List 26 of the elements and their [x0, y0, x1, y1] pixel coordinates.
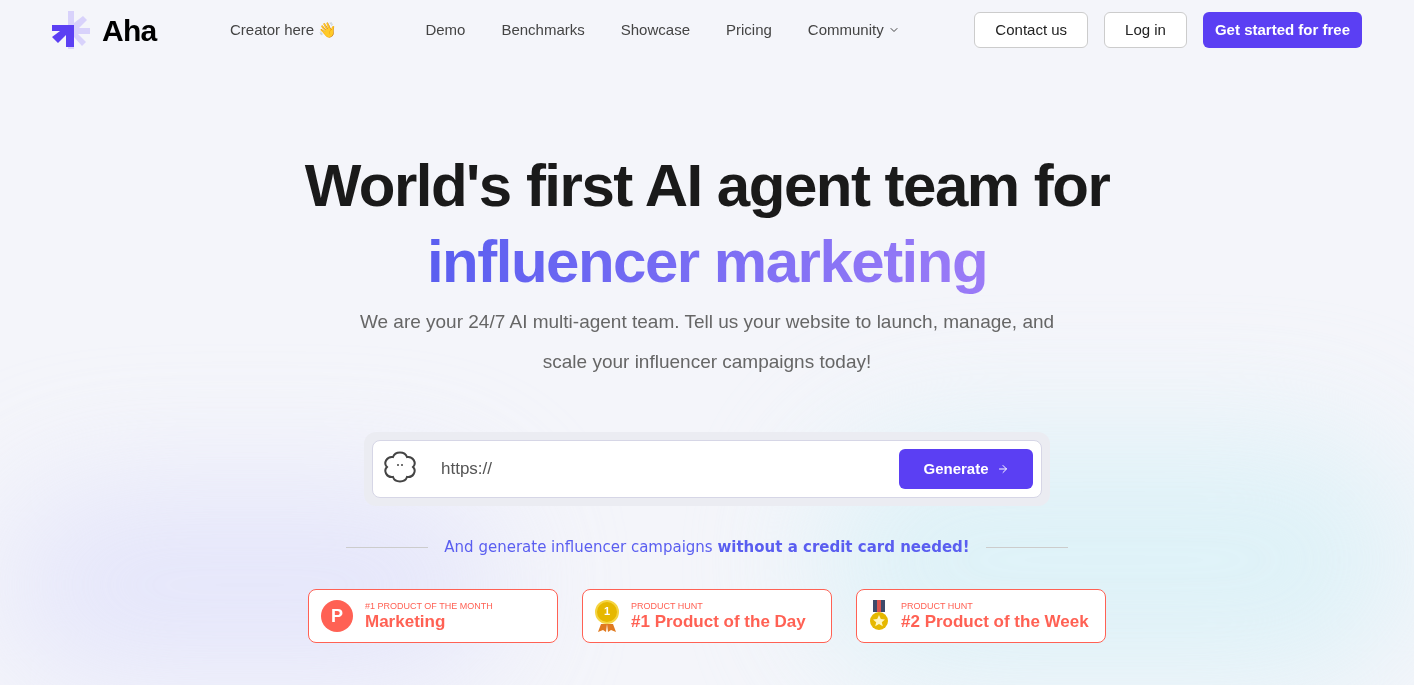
medal-icon — [869, 599, 889, 632]
hero-title: World's first AI agent team for — [304, 151, 1110, 221]
nav-button[interactable]: Log in — [1104, 12, 1187, 48]
logo-text: Aha — [102, 12, 157, 49]
nav-link[interactable]: Pricing — [726, 18, 772, 42]
badge-overline: #1 PRODUCT OF THE MONTH — [365, 599, 493, 612]
badge-title: Marketing — [365, 611, 447, 632]
nav-link[interactable]: Benchmarks — [501, 18, 585, 42]
badge-overline: PRODUCT HUNT — [631, 599, 704, 612]
nav-link[interactable]: Showcase — [620, 18, 690, 42]
nav-link[interactable]: Demo — [425, 18, 466, 42]
nav-button[interactable]: Contact us — [974, 12, 1089, 48]
generate-button[interactable]: Generate — [899, 449, 1033, 489]
no-credit-card-note: And generate influencer campaigns without a credit card needed! — [444, 537, 970, 558]
badge-title: #2 Product of the Week — [901, 611, 1089, 632]
creator-link[interactable]: Creator here 👋 — [230, 18, 338, 42]
badge-title: #1 Product of the Day — [631, 611, 806, 632]
get-started-button[interactable]: Get started for free — [1202, 12, 1362, 48]
hero-subtitle: We are your 24/7 AI multi-agent team. Tell us your website to launch, manage, and scale your influencer campaigns today! — [358, 310, 1056, 374]
url-input-box[interactable]: https:// Generate — [372, 440, 1042, 498]
arrow-right-icon — [996, 463, 1009, 475]
url-input[interactable]: https:// — [441, 456, 899, 482]
logo-icon[interactable] — [52, 11, 90, 49]
nav-link[interactable]: Community — [807, 18, 900, 42]
badge-overline: PRODUCT HUNT — [901, 599, 974, 612]
letter-p-logo-icon: P — [321, 599, 353, 632]
